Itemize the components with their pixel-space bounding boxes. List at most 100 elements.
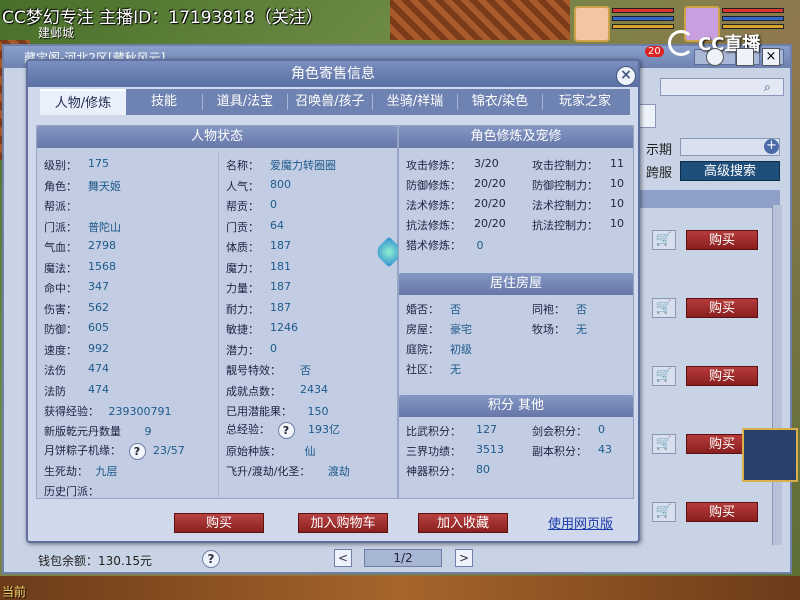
tab-home[interactable]: 玩家之家	[543, 89, 627, 115]
cart-icon[interactable]: 🛒	[652, 502, 676, 522]
cultivation-row-a-label: 抗法修炼：	[406, 219, 461, 232]
web-version-link[interactable]: 使用网页版	[548, 513, 613, 532]
column-divider	[218, 153, 219, 499]
status-left-item-label: 命中：	[44, 282, 77, 295]
status-right-item-label: 魔力：	[226, 261, 259, 275]
tab-summons[interactable]: 召唤兽/孩子	[288, 89, 372, 115]
house-row-b-label: 同袍：	[532, 303, 565, 316]
status-left-item: 气血： 2798	[44, 239, 116, 255]
add-to-favorites-button[interactable]: 加入收藏	[418, 513, 508, 533]
gear-icon[interactable]	[706, 48, 724, 66]
qianyuan-label: 新版乾元丹数量	[44, 425, 121, 438]
qianyuan-row: 新版乾元丹数量 9	[44, 423, 152, 439]
feisheng-value: 渡劫	[327, 465, 350, 478]
status-left-item: 速度： 992	[44, 342, 109, 358]
list-header	[640, 190, 780, 208]
points-row-a: 神器积分： 80	[406, 463, 490, 479]
buy-button[interactable]: 购买	[686, 298, 758, 318]
buy-button[interactable]: 购买	[686, 230, 758, 250]
cultivation-row-b-value: 10	[610, 217, 624, 230]
house-row-a: 社区： 无	[406, 361, 461, 377]
status-right-item: 敏捷： 1246	[226, 321, 298, 337]
player-avatar[interactable]	[574, 6, 610, 42]
shengsi-value: 九层	[95, 465, 118, 478]
exp-value: 239300791	[108, 405, 172, 418]
house-row-a-label: 房屋：	[406, 323, 439, 336]
status-left-item-value: 474	[88, 362, 109, 375]
status-left-item: 门派： 普陀山	[44, 219, 121, 235]
shengsi-row: 生死劫： 九层	[44, 463, 118, 479]
status-right-item: 人气： 800	[226, 178, 291, 194]
help-icon[interactable]: ?	[277, 421, 295, 439]
show-period-label: 示期	[646, 143, 673, 158]
cultivation-row-a-label: 防御修炼：	[406, 179, 461, 192]
hunt-label: 猎术修炼：	[406, 239, 461, 252]
status-left-item-value: 1568	[88, 259, 116, 273]
used-potion-value: 150	[307, 405, 329, 418]
list-scrollbar[interactable]	[772, 205, 782, 545]
cart-icon[interactable]: 🛒	[652, 298, 676, 318]
search-icon[interactable]: ⌕	[764, 80, 771, 95]
tab-mounts[interactable]: 坐骑/祥瑞	[373, 89, 457, 115]
status-right-item-label: 力量：	[226, 282, 259, 295]
status-right-item-value: 2434	[300, 382, 328, 396]
next-page-button[interactable]: >	[455, 549, 473, 567]
status-right-item-value: 1246	[270, 321, 298, 334]
status-left-item-label: 速度：	[44, 343, 77, 357]
points-row-b: 剑会积分： 0	[532, 423, 605, 439]
shengsi-label: 生死劫：	[44, 465, 88, 478]
status-right-item-label: 体质：	[226, 241, 259, 254]
add-icon[interactable]: +	[764, 139, 779, 154]
history-row: 历史门派：	[44, 483, 99, 499]
help-icon[interactable]: ?	[128, 442, 146, 460]
tab-outfits[interactable]: 锦衣/染色	[458, 89, 542, 115]
status-left-item-value: 562	[88, 300, 109, 314]
zongzi-row: 月饼粽子机缘： ? 23/57	[44, 442, 185, 460]
status-left-item-label: 法伤	[44, 364, 66, 377]
origin-race-row: 原始种族： 仙	[226, 443, 316, 459]
house-row-a: 婚否： 否	[406, 301, 461, 317]
points-header: 积分 其他	[399, 395, 633, 417]
buy-button[interactable]: 购买	[686, 502, 758, 522]
advanced-search-button[interactable]: 高级搜索	[680, 161, 780, 181]
status-right-item: 耐力： 187	[226, 301, 291, 317]
add-to-cart-button[interactable]: 加入购物车	[298, 513, 388, 533]
cultivation-row-a: 抗法修炼： 20/20	[406, 217, 506, 233]
close-icon[interactable]: ×	[762, 48, 780, 66]
status-left-item-label: 级别：	[44, 159, 77, 172]
buy-button[interactable]: 购买	[686, 366, 758, 386]
status-right-item-label: 人气：	[226, 179, 259, 193]
pet-bars	[722, 8, 784, 32]
buy-button[interactable]: 购买	[174, 513, 264, 533]
status-right-item-value: 800	[270, 177, 291, 191]
total-exp-value: 193亿	[308, 423, 340, 436]
status-right-item: 靓号特效： 否	[226, 362, 311, 378]
house-row-b-value: 无	[576, 323, 587, 336]
cultivation-row-b: 法术控制力： 10	[532, 197, 624, 213]
points-row-b-value: 43	[598, 443, 612, 456]
tab-items[interactable]: 道具/法宝	[203, 89, 287, 115]
hp-bar	[612, 8, 674, 13]
dialog-close-button[interactable]: ×	[616, 66, 636, 86]
house-row-a-label: 社区：	[406, 363, 439, 376]
points-row-b-value: 0	[598, 423, 605, 436]
exp-label: 获得经验：	[44, 405, 99, 418]
minimize-icon[interactable]	[736, 48, 754, 66]
cart-icon[interactable]: 🛒	[652, 366, 676, 386]
house-row-a: 庭院： 初级	[406, 341, 472, 357]
cart-icon[interactable]: 🛒	[652, 230, 676, 250]
status-right-item-label: 门贡：	[226, 220, 259, 234]
status-left-item: 魔法： 1568	[44, 260, 116, 276]
help-icon[interactable]: ?	[202, 550, 220, 568]
prev-page-button[interactable]: <	[334, 549, 352, 567]
tab-character[interactable]: 人物/修炼	[40, 89, 126, 115]
tab-skills[interactable]: 技能	[126, 89, 202, 115]
cart-icon[interactable]: 🛒	[652, 434, 676, 454]
cultivation-row-b: 攻击控制力： 11	[532, 157, 624, 173]
status-left-item: 级别： 175	[44, 157, 109, 173]
list-item: 🛒 购买	[652, 297, 772, 319]
role-sale-dialog: 角色寄售信息 × 人物/修炼 技能 道具/法宝 召唤兽/孩子 坐骑/祥瑞 锦衣/…	[26, 59, 640, 543]
status-left-item: 防御： 605	[44, 321, 109, 337]
status-right-item-label: 名称：	[226, 159, 259, 172]
side-pet-icon[interactable]	[742, 428, 798, 482]
